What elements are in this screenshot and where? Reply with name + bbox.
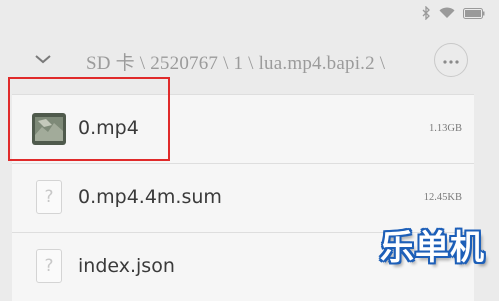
highlight-box [8, 77, 170, 161]
file-size: 12.45KB [423, 192, 462, 203]
watermark-logo: 乐单机 [380, 228, 485, 268]
more-options-button[interactable] [434, 43, 468, 77]
wifi-icon [439, 7, 455, 19]
file-name: index.json [78, 255, 175, 277]
file-size: 1.13GB [429, 123, 462, 134]
battery-icon [463, 7, 485, 19]
unknown-file-icon: ? [36, 249, 62, 283]
breadcrumb[interactable]: SD 卡 \ 2520767 \ 1 \ lua.mp4.bapi.2 \ [86, 48, 385, 75]
unknown-file-icon: ? [36, 180, 62, 214]
file-name: 0.mp4.4m.sum [78, 186, 222, 208]
chevron-down-icon[interactable] [34, 52, 52, 70]
status-bar [0, 0, 499, 34]
more-dots-icon [443, 51, 459, 69]
bluetooth-icon [422, 6, 431, 20]
